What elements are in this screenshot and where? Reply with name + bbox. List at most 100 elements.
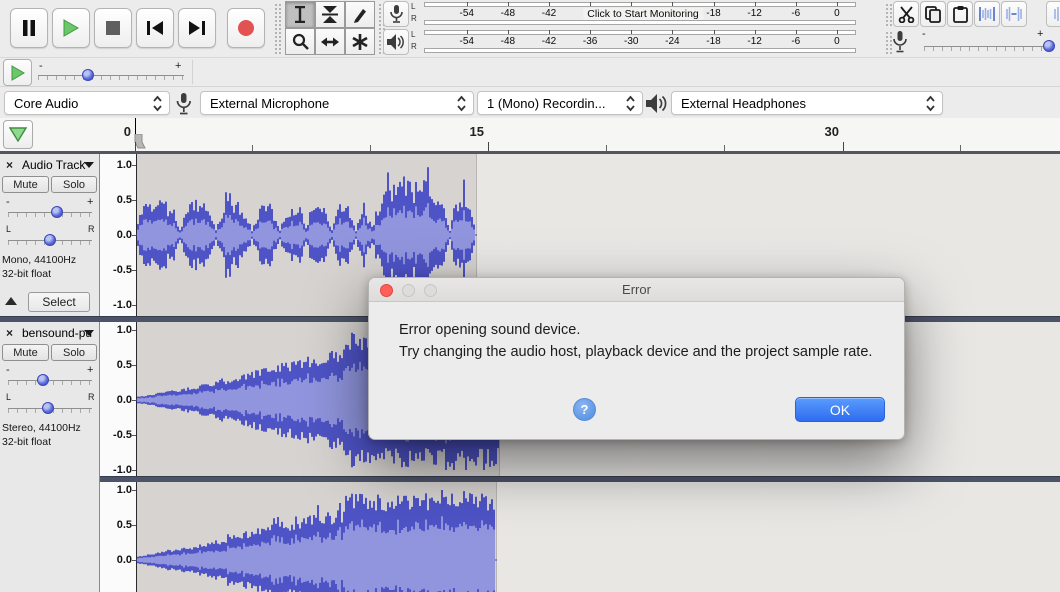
skip-to-start-button[interactable]: [136, 8, 174, 48]
play-button[interactable]: [52, 8, 90, 48]
playback-device-dropdown[interactable]: External Headphones: [671, 91, 943, 115]
recording-volume-grip[interactable]: [884, 30, 892, 55]
recording-meter-left-label: L: [411, 2, 421, 12]
stepper-icon: [456, 95, 467, 112]
track1-collapse-button[interactable]: [5, 297, 17, 305]
recording-volume-plus-label: +: [1037, 28, 1043, 40]
recording-volume-slider-knob[interactable]: [1043, 40, 1055, 52]
playback-meter-speaker-button[interactable]: [383, 29, 409, 55]
play-at-speed-button[interactable]: [3, 59, 32, 86]
track1-mute-button[interactable]: Mute: [2, 176, 49, 193]
play-speed-slider-knob[interactable]: [82, 69, 94, 81]
vertical-scale-label: -0.5: [113, 263, 132, 277]
timeline-ruler[interactable]: 01530: [0, 118, 1060, 154]
meter-scale-label: -48: [501, 36, 515, 47]
stop-icon: [106, 21, 120, 35]
track2-gain-knob[interactable]: [37, 374, 49, 386]
stop-button[interactable]: [94, 8, 132, 48]
track1-solo-button[interactable]: Solo: [51, 176, 97, 193]
meter-scale-label: -30: [624, 36, 638, 47]
track2-left-vertical-ruler[interactable]: 1.00.50.0-0.5-1.0: [100, 322, 136, 476]
timeline-label: 15: [462, 124, 484, 139]
track2-gain-slider-ticks: [8, 381, 92, 385]
minimize-window-button[interactable]: [402, 284, 415, 297]
meter-tick: [590, 30, 591, 34]
track1-gain-knob[interactable]: [51, 206, 63, 218]
dialog-titlebar[interactable]: Error: [369, 278, 904, 302]
track2-right-vertical-ruler[interactable]: 1.00.50.0: [100, 482, 136, 592]
recording-device-mic-icon: [176, 93, 191, 115]
recording-device-value: External Microphone: [210, 96, 452, 111]
recording-volume-minus-label: -: [922, 28, 926, 40]
track2-name[interactable]: bensound-pu: [22, 326, 92, 340]
track2-pan-left: L: [6, 392, 11, 402]
waveform[interactable]: [136, 482, 497, 592]
tools-toolbar-grip[interactable]: [273, 2, 281, 54]
track-panel-column: [0, 154, 100, 592]
zoom-tool-button[interactable]: [285, 28, 315, 55]
meter-tick: [672, 2, 673, 6]
track2-menu-arrow-icon[interactable]: [84, 330, 94, 336]
audio-host-dropdown[interactable]: Core Audio: [4, 91, 170, 115]
record-button[interactable]: [227, 8, 265, 48]
timeline-options-button[interactable]: [3, 120, 33, 149]
timeline-minor-tick: [252, 145, 253, 151]
zoom-window-button[interactable]: [424, 284, 437, 297]
recording-volume-slider-ticks: [924, 47, 1054, 51]
recording-meter[interactable]: L R -54-48-42-18-12-60 Click to Start Mo…: [408, 1, 860, 27]
paste-button[interactable]: [947, 1, 973, 27]
recording-meter-right-label: R: [411, 14, 421, 24]
help-button[interactable]: ?: [573, 398, 596, 421]
meter-tick: [549, 2, 550, 6]
track1-name[interactable]: Audio Track: [22, 158, 85, 172]
track2-pan-knob[interactable]: [42, 402, 54, 414]
recording-meter-mic-button[interactable]: [383, 1, 409, 27]
selection-tool-button[interactable]: [285, 1, 315, 28]
cut-icon: [898, 6, 915, 23]
recording-device-dropdown[interactable]: External Microphone: [200, 91, 474, 115]
multi-tool-button[interactable]: [345, 28, 375, 55]
monitoring-overlay-label[interactable]: Click to Start Monitoring: [583, 8, 702, 20]
track1-gain-minus: -: [6, 196, 10, 208]
dialog-message-line1: Error opening sound device.: [399, 322, 580, 338]
device-toolbar: Core Audio External Microphone 1 (Mono) …: [0, 86, 1060, 118]
ok-button[interactable]: OK: [795, 397, 885, 422]
meter-scale-label: -36: [583, 36, 597, 47]
track2-solo-button[interactable]: Solo: [51, 344, 97, 361]
track1-close-button[interactable]: ×: [6, 159, 13, 171]
track2-mute-button[interactable]: Mute: [2, 344, 49, 361]
trim-audio-button[interactable]: [974, 1, 1000, 27]
cut-button[interactable]: [893, 1, 919, 27]
edit-toolbar-partial-button[interactable]: [1046, 1, 1060, 27]
playback-device-speaker-icon: [646, 94, 668, 113]
copy-button[interactable]: [920, 1, 946, 27]
skip-to-end-button[interactable]: [178, 8, 216, 48]
play-speed-minus-label: -: [39, 60, 43, 72]
vertical-scale-label: 0.0: [117, 393, 132, 407]
draw-tool-button[interactable]: [345, 1, 375, 28]
track2-close-button[interactable]: ×: [6, 327, 13, 339]
track1-vertical-ruler[interactable]: 1.00.50.0-0.5-1.0: [100, 154, 136, 316]
timeshift-tool-button[interactable]: [315, 28, 345, 55]
zoom-tool-icon: [292, 33, 309, 50]
timeline-label: 0: [109, 124, 131, 139]
edit-toolbar-grip[interactable]: [884, 2, 892, 27]
selection-tool-icon: [294, 6, 306, 23]
vertical-scale-label: 0.5: [117, 193, 132, 207]
toolbar-vertical-separator: [192, 60, 193, 84]
meter-scale-label: 0: [834, 8, 840, 19]
track1-pan-knob[interactable]: [44, 234, 56, 246]
vertical-scale-label: 0.5: [117, 358, 132, 372]
recording-channels-dropdown[interactable]: 1 (Mono) Recordin...: [477, 91, 643, 115]
pause-button[interactable]: [10, 8, 48, 48]
track1-select-button[interactable]: Select: [28, 292, 90, 312]
playback-meter[interactable]: L R -54-48-42-36-30-24-18-12-60: [408, 29, 860, 55]
ok-button-label: OK: [830, 402, 850, 418]
close-window-button[interactable]: [380, 284, 393, 297]
silence-audio-button[interactable]: [1001, 1, 1027, 27]
track1-menu-arrow-icon[interactable]: [84, 162, 94, 168]
timeshift-tool-icon: [321, 36, 339, 48]
draw-tool-icon: [352, 7, 368, 23]
meter-tick: [837, 2, 838, 6]
envelope-tool-button[interactable]: [315, 1, 345, 28]
